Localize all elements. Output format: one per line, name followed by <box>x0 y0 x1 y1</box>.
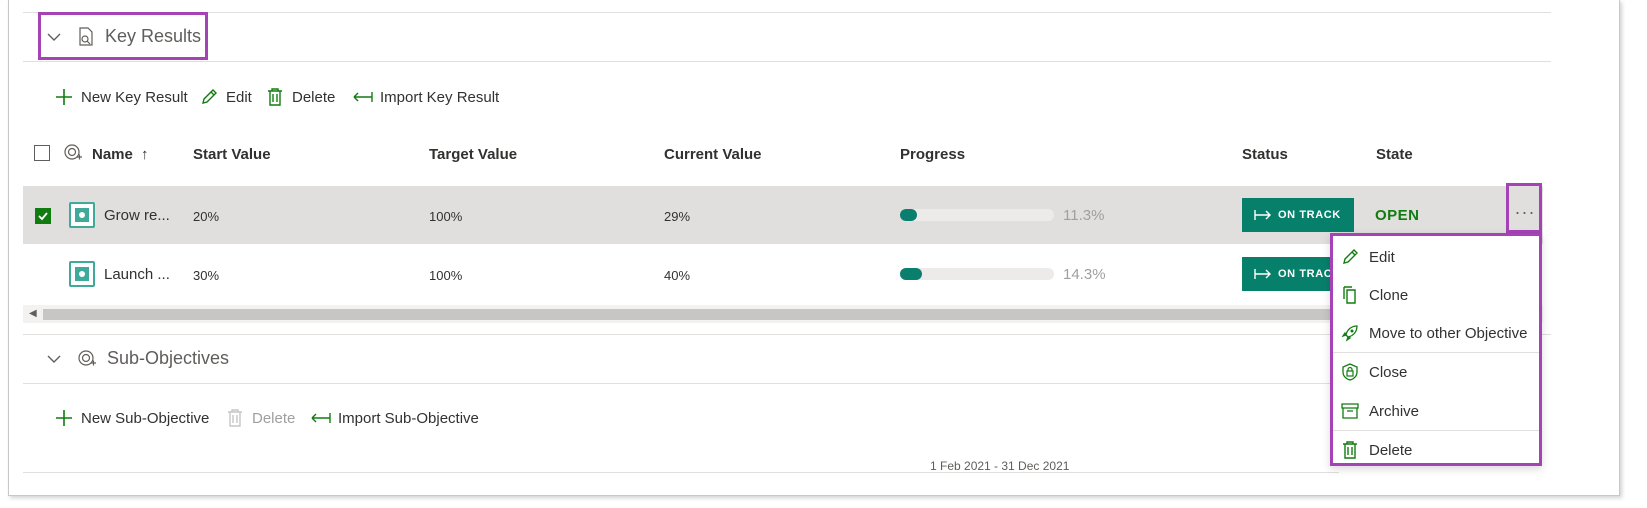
sort-ascending-icon: ↑ <box>141 146 149 163</box>
progress-fill <box>900 268 923 280</box>
new-key-result-label: New Key Result <box>81 88 188 106</box>
row-name[interactable]: Grow re... <box>104 207 170 224</box>
import-sub-objective-label: Import Sub-Objective <box>338 409 479 427</box>
new-key-result-button[interactable]: New Key Result <box>54 87 188 107</box>
menu-item-label: Close <box>1369 363 1408 381</box>
menu-item-label: Edit <box>1369 248 1395 266</box>
menu-item-delete[interactable]: Delete <box>1333 431 1539 469</box>
state-label: OPEN <box>1375 207 1420 224</box>
select-all-checkbox[interactable] <box>34 145 50 161</box>
row-start-value: 20% <box>193 209 220 224</box>
row-context-menu: Edit Clone Move to other Objective Close… <box>1330 233 1542 466</box>
import-arrow-icon <box>353 87 373 107</box>
import-sub-objective-button[interactable]: Import Sub-Objective <box>311 408 479 428</box>
arrow-right-bar-icon <box>1254 268 1272 280</box>
delete-key-result-button[interactable]: Delete <box>265 87 335 107</box>
row-current-value: 40% <box>664 268 691 283</box>
progress-fill <box>900 209 918 221</box>
row-current-value: 29% <box>664 209 691 224</box>
menu-item-label: Move to other Objective <box>1369 324 1528 342</box>
key-result-icon <box>69 261 95 287</box>
delete-label: Delete <box>292 88 336 106</box>
scrollbar-thumb[interactable] <box>43 309 1343 320</box>
trash-icon <box>1340 440 1360 460</box>
menu-item-close[interactable]: Close <box>1333 353 1539 391</box>
trash-icon <box>265 87 285 107</box>
plus-icon <box>54 87 74 107</box>
row-checkbox[interactable] <box>35 208 51 224</box>
rocket-icon <box>1340 323 1360 343</box>
target-icon <box>63 143 83 168</box>
row-name[interactable]: Launch ... <box>104 266 170 283</box>
col-name[interactable]: Name ↑ <box>92 146 149 163</box>
shield-lock-icon <box>1340 362 1360 382</box>
edit-key-result-button[interactable]: Edit <box>199 87 252 107</box>
table-row[interactable]: Launch ... 30% 100% 40% 14.3% ON TRACK <box>23 245 1543 303</box>
menu-item-label: Delete <box>1369 441 1413 459</box>
col-current-value[interactable]: Current Value <box>664 146 762 163</box>
target-icon <box>77 349 97 369</box>
scroll-left-arrow-icon[interactable]: ◀ <box>29 308 37 319</box>
edit-label: Edit <box>226 88 252 106</box>
table-row[interactable]: Grow re... 20% 100% 29% 11.3% ON TRACK O… <box>23 186 1543 244</box>
status-badge[interactable]: ON TRACK <box>1242 198 1354 232</box>
new-sub-objective-label: New Sub-Objective <box>81 409 210 427</box>
new-sub-objective-button[interactable]: New Sub-Objective <box>54 408 209 428</box>
sub-objectives-title: Sub-Objectives <box>107 348 230 368</box>
col-name-label: Name <box>92 146 133 163</box>
import-arrow-icon <box>311 408 331 428</box>
row-target-value: 100% <box>429 209 463 224</box>
progress-percent: 14.3% <box>1063 266 1106 283</box>
menu-item-clone[interactable]: Clone <box>1333 276 1539 314</box>
sub-objectives-top-divider <box>23 334 1551 335</box>
progress-bar <box>900 209 1054 221</box>
progress-bar <box>900 268 1054 280</box>
menu-item-edit[interactable]: Edit <box>1333 238 1539 276</box>
sub-objectives-header[interactable]: Sub-Objectives <box>47 348 229 369</box>
bottom-divider <box>23 472 1339 473</box>
col-status[interactable]: Status <box>1242 146 1288 163</box>
more-actions-highlight <box>1506 183 1542 233</box>
progress-percent: 11.3% <box>1063 207 1105 224</box>
trash-icon <box>225 408 245 428</box>
row-target-value: 100% <box>429 268 463 283</box>
key-results-header-highlight <box>38 12 208 60</box>
menu-item-archive[interactable]: Archive <box>1333 392 1539 430</box>
menu-item-label: Clone <box>1369 286 1409 304</box>
delete-label: Delete <box>252 409 296 427</box>
horizontal-scrollbar[interactable]: ◀ <box>23 305 1543 323</box>
col-target-value[interactable]: Target Value <box>429 146 517 163</box>
plus-icon <box>54 408 74 428</box>
status-label: ON TRACK <box>1278 268 1334 280</box>
key-results-divider <box>23 61 1551 62</box>
import-key-result-label: Import Key Result <box>380 88 500 106</box>
status-badge[interactable]: ON TRACK <box>1242 257 1334 291</box>
chevron-down-icon[interactable] <box>47 351 61 367</box>
row-start-value: 30% <box>193 268 220 283</box>
import-key-result-button[interactable]: Import Key Result <box>353 87 499 107</box>
pencil-icon <box>1340 247 1360 267</box>
date-range: 1 Feb 2021 - 31 Dec 2021 <box>930 459 1070 473</box>
menu-item-move[interactable]: Move to other Objective <box>1333 314 1539 352</box>
key-result-icon <box>69 202 95 228</box>
sub-objectives-divider <box>23 383 1339 384</box>
col-progress[interactable]: Progress <box>900 146 965 163</box>
copy-icon <box>1340 285 1360 305</box>
top-divider <box>23 12 1551 13</box>
archive-icon <box>1340 401 1360 421</box>
menu-item-label: Archive <box>1369 402 1420 420</box>
col-start-value[interactable]: Start Value <box>193 146 271 163</box>
col-state[interactable]: State <box>1376 146 1413 163</box>
arrow-right-bar-icon <box>1254 209 1272 221</box>
delete-sub-objective-button[interactable]: Delete <box>225 408 295 428</box>
status-label: ON TRACK <box>1278 209 1341 221</box>
pencil-icon <box>199 87 219 107</box>
